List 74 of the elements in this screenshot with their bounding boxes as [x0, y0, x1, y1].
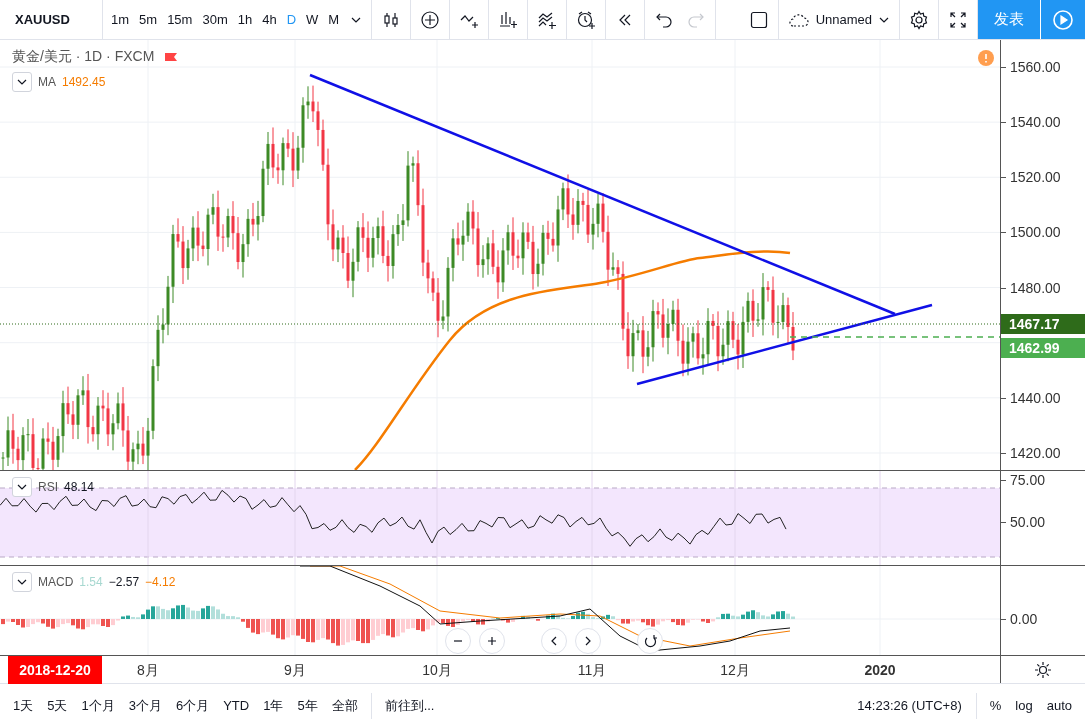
plus-circle-icon [420, 9, 441, 30]
time-axis-label: 10月 [422, 662, 452, 680]
scale-button[interactable]: auto [1039, 694, 1079, 717]
settings-button[interactable] [1034, 660, 1052, 679]
chart-title: 黄金/美元 · 1D · FXCM [12, 48, 155, 66]
collapse-button[interactable] [12, 477, 32, 497]
interval-button[interactable]: 30m [197, 3, 233, 36]
range-button[interactable]: 1年 [256, 692, 291, 719]
go-to-date-button[interactable]: 前往到... [377, 692, 442, 719]
play-icon [1052, 8, 1074, 31]
price-axis-label: 1540.00 [1001, 114, 1061, 131]
interval-button[interactable]: W [301, 3, 324, 36]
range-button[interactable]: 6个月 [168, 692, 217, 719]
price-axis-label: 1480.00 [1001, 279, 1061, 296]
time-axis-label: 8月 [137, 662, 159, 680]
settings-icon [909, 9, 929, 30]
last-price-tag: 1467.17 [1001, 314, 1085, 334]
time-axis-label: 9月 [284, 662, 306, 680]
symbol-button[interactable]: XAUUSD [3, 3, 99, 36]
time-axis-label: 2020 [864, 662, 896, 678]
interval-button[interactable]: 15m [162, 3, 198, 36]
rsi-axis-label: 50.00 [1001, 514, 1046, 530]
time-axis-label: 12月 [720, 662, 750, 680]
time-axis-label: 11月 [577, 662, 607, 680]
price-axis-label: 1560.00 [1001, 59, 1061, 75]
indicator-name: MA [38, 75, 56, 89]
play-button[interactable] [1040, 0, 1085, 39]
line-price-tag: 1462.99 [1001, 338, 1085, 358]
range-button[interactable]: 3个月 [121, 692, 169, 719]
indicator-value: −2.57 [108, 575, 140, 589]
macd-axis-label: 0.00 [1001, 611, 1038, 627]
sun-gear-icon [1034, 660, 1052, 679]
layout-name-button[interactable]: Unnamed [781, 3, 896, 36]
square-icon [748, 9, 769, 30]
collapse-button[interactable] [12, 572, 32, 592]
zoom-out-button[interactable] [445, 628, 471, 654]
range-button[interactable]: 5年 [290, 692, 325, 719]
range-button[interactable]: YTD [216, 694, 257, 717]
interval-button[interactable]: 5m [134, 3, 163, 36]
interval-button[interactable]: 1h [232, 3, 258, 36]
price-axis-label: 1500.00 [1001, 224, 1061, 241]
interval-button[interactable]: 1m [106, 3, 135, 36]
indicator-name: RSI [38, 480, 58, 494]
flag-icon [164, 52, 179, 62]
range-button[interactable]: 1个月 [74, 692, 122, 719]
price-axis-label: 1440.00 [1001, 389, 1061, 406]
clock-label: 14:23:26 (UTC+8) [856, 698, 963, 713]
price-axis-label: 1420.00 [1001, 444, 1061, 461]
warning-icon [978, 50, 994, 66]
cursor-date-label: 2018-12-20 [8, 656, 102, 684]
indicator-value: 1492.45 [62, 75, 106, 89]
plus-icon [485, 634, 499, 648]
interval-button[interactable]: M [323, 3, 345, 36]
indicator-value: 48.14 [64, 480, 95, 494]
indicator-value: −4.12 [145, 575, 176, 589]
scale-button[interactable]: % [982, 694, 1009, 717]
scale-button[interactable]: log [1008, 694, 1040, 717]
fullscreen-icon [948, 9, 968, 30]
zoom-in-button[interactable] [479, 628, 505, 654]
interval-button[interactable]: 4h [257, 3, 282, 36]
scroll-right-button[interactable] [575, 628, 601, 654]
alarm-clock-plus-icon [576, 9, 597, 30]
bar-chart-plus-icon [498, 9, 519, 30]
indicator-name: MACD [38, 575, 74, 589]
reset-button[interactable] [637, 628, 663, 654]
scroll-left-button[interactable] [541, 628, 567, 654]
range-button[interactable]: 5天 [40, 692, 75, 719]
price-axis-label: 1520.00 [1001, 169, 1061, 186]
reset-icon [643, 634, 657, 648]
indicator-value: 1.54 [79, 575, 103, 589]
collapse-button[interactable] [12, 72, 32, 92]
range-button[interactable]: 全部 [324, 692, 365, 719]
rsi-axis-label: 75.00 [1001, 472, 1046, 488]
range-button[interactable]: 1天 [6, 692, 41, 719]
